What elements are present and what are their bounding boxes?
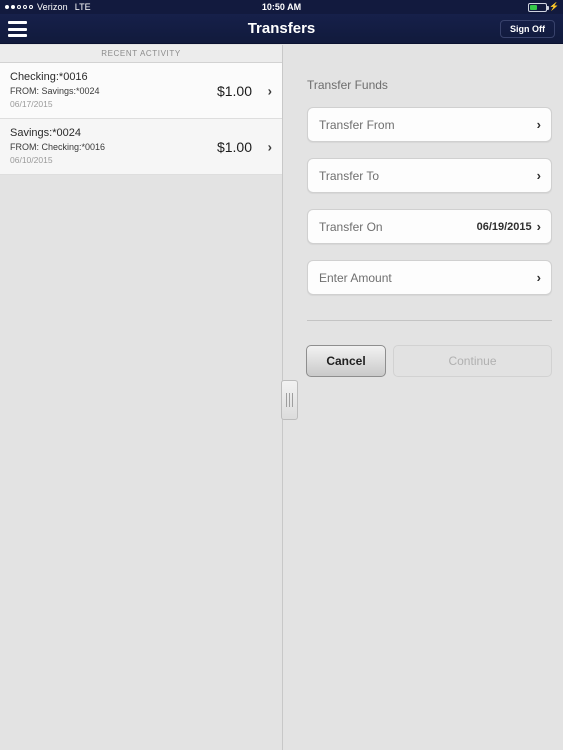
activity-date: 06/10/2015 bbox=[10, 154, 53, 165]
activity-amount: $1.00 bbox=[216, 138, 252, 155]
transfer-funds-panel: Transfer Funds Transfer From › Transfer … bbox=[284, 45, 563, 750]
chevron-right-icon: › bbox=[267, 139, 272, 155]
field-label: Transfer From bbox=[319, 117, 395, 132]
field-label: Transfer On bbox=[319, 219, 383, 234]
navigation-bar: Transfers Sign Off bbox=[0, 14, 563, 44]
continue-button[interactable]: Continue bbox=[393, 345, 552, 377]
page-title: Transfers bbox=[247, 20, 316, 37]
form-divider bbox=[307, 320, 552, 321]
recent-activity-panel: RECENT ACTIVITY Checking:*0016 FROM: Sav… bbox=[0, 45, 283, 750]
form-title: Transfer Funds bbox=[307, 78, 388, 92]
transfer-to-field[interactable]: Transfer To › bbox=[307, 158, 552, 193]
enter-amount-field[interactable]: Enter Amount › bbox=[307, 260, 552, 295]
chevron-right-icon: › bbox=[536, 117, 541, 132]
recent-activity-header: RECENT ACTIVITY bbox=[0, 45, 282, 63]
list-item[interactable]: Checking:*0016 FROM: Savings:*0024 06/17… bbox=[0, 63, 282, 120]
chevron-right-icon: › bbox=[267, 83, 272, 99]
field-label: Enter Amount bbox=[319, 270, 392, 285]
list-item[interactable]: Savings:*0024 FROM: Checking:*0016 06/10… bbox=[0, 119, 282, 176]
transfer-from-field[interactable]: Transfer From › bbox=[307, 107, 552, 142]
chevron-right-icon: › bbox=[536, 168, 541, 183]
battery-icon bbox=[528, 2, 550, 12]
transfer-date-value: 06/19/2015 bbox=[476, 220, 532, 233]
activity-list: Checking:*0016 FROM: Savings:*0024 06/17… bbox=[0, 63, 282, 176]
transfer-on-field[interactable]: Transfer On 06/19/2015 › bbox=[307, 209, 552, 244]
field-label: Transfer To bbox=[319, 168, 380, 183]
cancel-button[interactable]: Cancel bbox=[306, 345, 386, 377]
activity-date: 06/17/2015 bbox=[10, 98, 53, 109]
status-bar: Verizon LTE 10:50 AM ⚡ bbox=[0, 0, 563, 14]
app-root: Verizon LTE 10:50 AM ⚡ Transfers Sign Of… bbox=[0, 0, 563, 750]
chevron-right-icon: › bbox=[536, 219, 541, 234]
panel-resize-handle[interactable] bbox=[281, 380, 298, 420]
activity-amount: $1.00 bbox=[216, 82, 252, 99]
charging-bolt-icon: ⚡ bbox=[549, 2, 559, 11]
chevron-right-icon: › bbox=[536, 270, 541, 285]
clock-label: 10:50 AM bbox=[261, 2, 302, 12]
status-bar-right: ⚡ bbox=[528, 2, 559, 12]
sign-off-button[interactable]: Sign Off bbox=[500, 20, 555, 38]
